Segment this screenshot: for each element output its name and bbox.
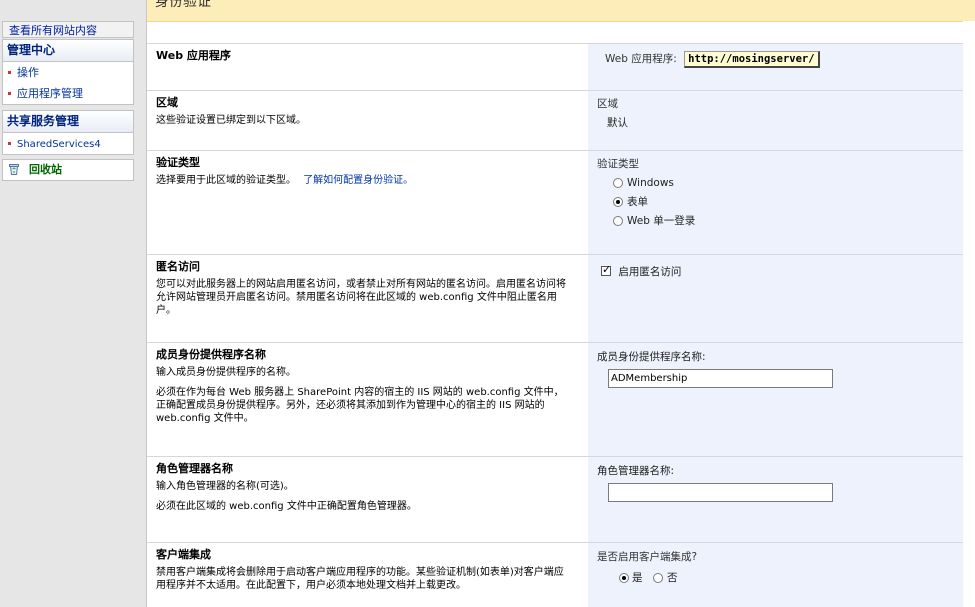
auth-type-desc: 选择要用于此区域的验证类型。 [156, 175, 296, 186]
nav-item-operations[interactable]: 操作 [3, 62, 133, 83]
central-admin-section: 管理中心 操作 应用程序管理 [2, 39, 134, 105]
radio-button[interactable] [613, 178, 623, 188]
web-app-label: Web 应用程序: [605, 53, 677, 65]
option-label: 表单 [627, 196, 648, 208]
membership-section: 成员身份提供程序名称 输入成员身份提供程序的名称。 必须在作为每台 Web 服务… [156, 346, 566, 432]
section-title: 客户端集成 [156, 548, 211, 561]
radio-button[interactable] [613, 197, 623, 207]
nav-item-label: 操作 [17, 66, 39, 79]
divider [147, 254, 963, 255]
role-manager-desc2: 必须在此区域的 web.config 文件中正确配置角色管理器。 [156, 501, 417, 512]
anonymous-section: 匿名访问 您可以对此服务器上的网站启用匿名访问，或者禁止对所有网站的匿名访问。启… [156, 258, 566, 317]
auth-type-section: 验证类型 选择要用于此区域的验证类型。 了解如何配置身份验证。 [156, 154, 576, 187]
shared-services-section: 共享服务管理 SharedServices4 [2, 110, 134, 155]
anonymous-control[interactable]: 启用匿名访问 [601, 263, 682, 279]
page-title-bar: 身份验证 [147, 0, 975, 22]
auth-type-label: 验证类型 [597, 158, 639, 170]
nav-item-sharedservices4[interactable]: SharedServices4 [3, 133, 133, 154]
section-description: 选择要用于此区域的验证类型。 了解如何配置身份验证。 [156, 174, 576, 187]
section-description: 这些验证设置已绑定到以下区域。 [156, 115, 306, 126]
client-integration-control: 是否启用客户端集成? 是 否 [597, 549, 697, 587]
membership-control-label: 成员身份提供程序名称: [597, 351, 706, 363]
checkbox-label: 启用匿名访问 [618, 266, 682, 278]
divider [147, 43, 963, 44]
section-description: 输入成员身份提供程序的名称。 必须在作为每台 Web 服务器上 SharePoi… [156, 366, 566, 425]
divider [147, 456, 963, 457]
zone-value: 默认 [607, 117, 628, 129]
radio-button-yes[interactable] [619, 573, 629, 583]
recycle-bin-link[interactable]: 回收站 [3, 160, 133, 180]
nav-item-label: 应用程序管理 [17, 87, 83, 100]
recycle-bin-section: 回收站 [2, 159, 134, 181]
auth-type-control: 验证类型 Windows 表单 Web 单一登录 [597, 156, 695, 231]
right-gutter [963, 21, 975, 607]
learn-auth-config-link[interactable]: 了解如何配置身份验证。 [303, 175, 413, 186]
section-title: 验证类型 [156, 156, 200, 169]
radio-button-no[interactable] [653, 573, 663, 583]
divider [147, 542, 963, 543]
section-title: 成员身份提供程序名称 [156, 348, 266, 361]
section-description: 禁用客户端集成将会删除用于启动客户端应用程序的功能。某些验证机制(如表单)对客户… [156, 567, 564, 591]
divider [147, 150, 963, 151]
bullet-icon [8, 71, 11, 74]
section-title: 匿名访问 [156, 260, 200, 273]
control-panel-background [588, 43, 963, 607]
auth-windows-option[interactable]: Windows [597, 174, 695, 193]
section-title: Web 应用程序 [156, 49, 231, 62]
recycle-bin-label: 回收站 [29, 163, 62, 176]
zone-label: 区域 [597, 98, 618, 110]
section-description: 您可以对此服务器上的网站启用匿名访问，或者禁止对所有网站的匿名访问。启用匿名访问… [156, 279, 566, 316]
option-label: Windows [627, 177, 674, 189]
divider [147, 342, 963, 343]
zone-section: 区域 这些验证设置已绑定到以下区域。 [156, 94, 576, 127]
bullet-icon [8, 92, 11, 95]
nav-item-label: SharedServices4 [17, 139, 101, 150]
role-manager-control-label: 角色管理器名称: [597, 465, 675, 477]
auth-web-sso-option[interactable]: Web 单一登录 [597, 212, 695, 231]
option-label-yes: 是 [632, 572, 643, 584]
web-app-section: Web 应用程序 [156, 47, 576, 67]
client-integration-options: 是 否 [597, 568, 697, 587]
role-manager-input[interactable] [608, 483, 833, 502]
option-label: Web 单一登录 [627, 215, 696, 227]
auth-forms-option[interactable]: 表单 [597, 193, 695, 212]
web-app-control: Web 应用程序: http://mosingserver/ [605, 51, 820, 68]
page-title: 身份验证 [155, 0, 211, 10]
option-label-no: 否 [667, 572, 678, 584]
membership-desc1: 输入成员身份提供程序的名称。 [156, 367, 296, 378]
recycle-bin-icon [9, 164, 19, 175]
membership-desc2: 必须在作为每台 Web 服务器上 SharePoint 内容的宿主的 IIS 网… [156, 387, 564, 424]
membership-provider-input[interactable] [608, 369, 833, 388]
view-all-site-content-link[interactable]: 查看所有网站内容 [2, 21, 134, 38]
bullet-icon [8, 142, 11, 145]
section-title: 区域 [156, 96, 178, 109]
enable-anonymous-checkbox[interactable] [601, 263, 611, 276]
role-manager-desc1: 输入角色管理器的名称(可选)。 [156, 481, 294, 492]
section-description: 输入角色管理器的名称(可选)。 必须在此区域的 web.config 文件中正确… [156, 480, 576, 513]
left-navigation: 查看所有网站内容 管理中心 操作 应用程序管理 共享服务管理 SharedSer… [0, 0, 147, 607]
zone-control: 区域 默认 [597, 96, 628, 130]
radio-button[interactable] [613, 216, 623, 226]
central-admin-heading[interactable]: 管理中心 [3, 40, 133, 62]
client-integration-label: 是否启用客户端集成? [597, 551, 698, 563]
role-manager-section: 角色管理器名称 输入角色管理器的名称(可选)。 必须在此区域的 web.conf… [156, 460, 576, 520]
nav-item-application-management[interactable]: 应用程序管理 [3, 83, 133, 104]
section-title: 角色管理器名称 [156, 462, 233, 475]
shared-services-heading[interactable]: 共享服务管理 [3, 111, 133, 133]
client-integration-section: 客户端集成 禁用客户端集成将会删除用于启动客户端应用程序的功能。某些验证机制(如… [156, 546, 566, 592]
web-app-selector[interactable]: http://mosingserver/ [684, 51, 820, 68]
divider [147, 90, 963, 91]
